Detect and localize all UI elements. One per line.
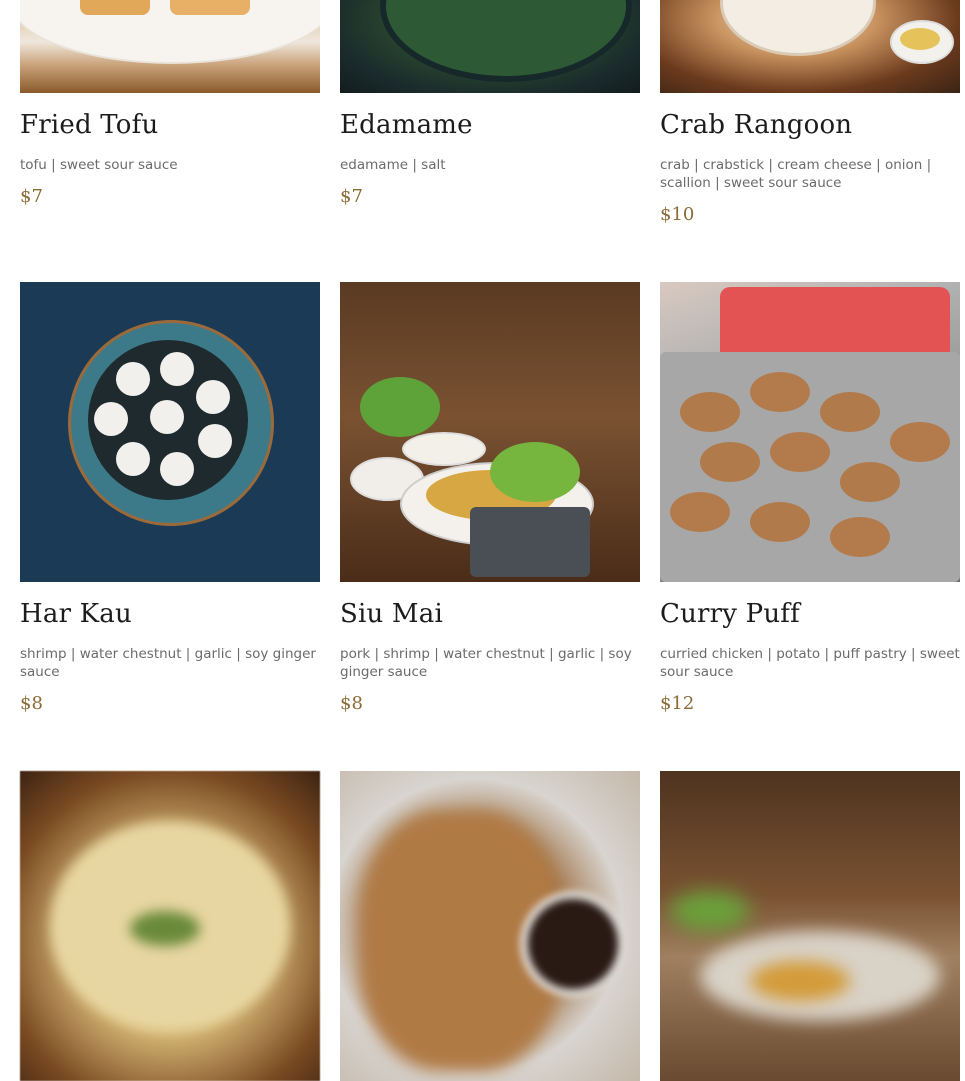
item-description: shrimp | water chestnut | garlic | soy g… xyxy=(20,646,316,680)
curry-puff-image xyxy=(660,282,960,582)
item-description: tofu | sweet sour sauce xyxy=(20,157,178,173)
menu-item-image xyxy=(660,771,960,1081)
item-title: Curry Puff xyxy=(660,599,800,629)
item-title: Edamame xyxy=(340,110,473,140)
item-price: $7 xyxy=(340,186,363,207)
item-title: Fried Tofu xyxy=(20,110,159,140)
item-title: Crab Rangoon xyxy=(660,110,853,140)
item-title: Siu Mai xyxy=(340,599,443,629)
fried-tofu-image xyxy=(20,0,320,93)
menu-item-image xyxy=(340,771,640,1081)
item-price: $7 xyxy=(20,186,43,207)
har-kau-image xyxy=(20,282,320,582)
item-description: pork | shrimp | water chestnut | garlic … xyxy=(340,646,632,680)
item-title: Har Kau xyxy=(20,599,132,629)
menu-item-image xyxy=(20,771,320,1081)
item-description: edamame | salt xyxy=(340,157,446,173)
edamame-image xyxy=(340,0,640,93)
item-price: $12 xyxy=(660,693,695,714)
item-price: $10 xyxy=(660,204,695,225)
item-description: crab | crabstick | cream cheese | onion … xyxy=(660,157,932,191)
crab-rangoon-image xyxy=(660,0,960,93)
siu-mai-image xyxy=(340,282,640,582)
item-description: curried chicken | potato | puff pastry |… xyxy=(660,646,960,680)
item-price: $8 xyxy=(20,693,43,714)
item-price: $8 xyxy=(340,693,363,714)
